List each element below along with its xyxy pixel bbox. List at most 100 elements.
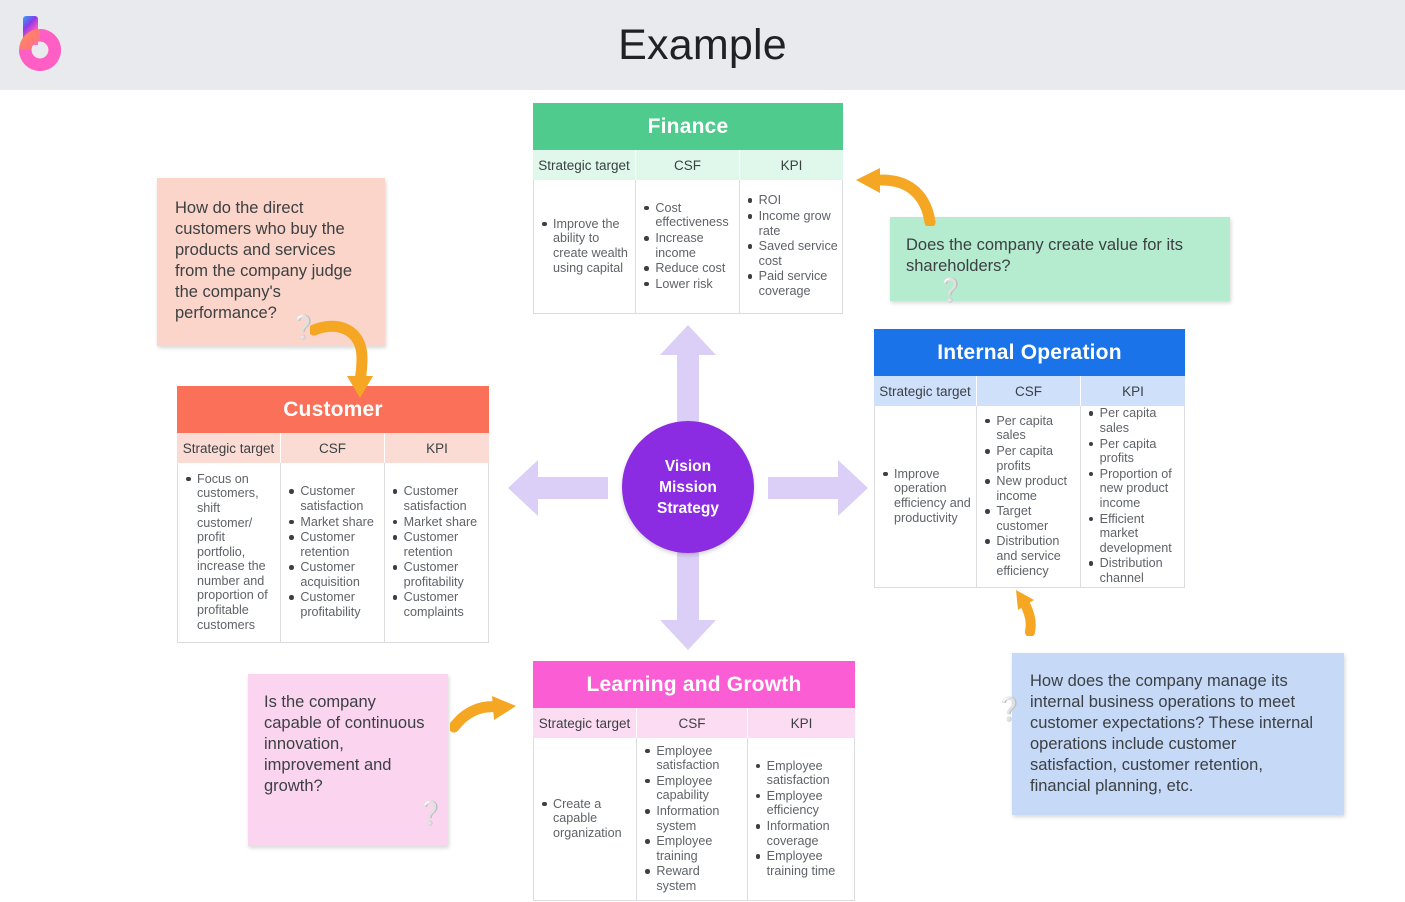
arrow-left-icon — [508, 459, 608, 517]
vision-mission-strategy-circle[interactable]: Vision Mission Strategy — [622, 421, 754, 553]
bullet-item: Improve the ability to create wealth usi… — [536, 217, 631, 275]
bullet-list: Customer satisfaction Market share Custome… — [387, 484, 484, 620]
bullet-list: Cost effectiveness Increase income Reduce … — [638, 201, 734, 293]
bullet-item: Customer satisfaction — [283, 484, 379, 513]
bullet-item: Target customer — [979, 504, 1075, 533]
curved-arrow-up-left-icon — [1006, 588, 1042, 637]
bullet-item: New product income — [979, 474, 1075, 503]
bullet-item: Customer profitability — [387, 560, 484, 589]
bullet-item: Information system — [639, 804, 742, 833]
note-internal-operation-text: How does the company manage its internal… — [1030, 672, 1314, 795]
bullet-item: Customer retention — [283, 530, 379, 559]
bullet-item: Focus on customers, shift customer/ prof… — [180, 472, 276, 633]
card-internal-operation-col-strategic-target: Strategic target — [874, 376, 977, 406]
bullet-item: Employee satisfaction — [639, 744, 742, 773]
bullet-item: Employee capability — [639, 774, 742, 803]
card-learning-growth-cell-kpi: Employee satisfaction Employee efficiency… — [748, 738, 854, 900]
circle-line-3: Strategy — [656, 499, 720, 517]
bullet-item: Distribution and service efficiency — [979, 534, 1075, 578]
card-learning-growth[interactable]: Learning and Growth Strategic target CSF… — [533, 661, 855, 901]
card-customer-col-kpi: KPI — [426, 440, 448, 456]
bullet-item: Proportion of new product income — [1083, 467, 1180, 511]
card-learning-growth-cell-strategic-target: Create a capable organization — [534, 738, 638, 900]
card-internal-operation-title: Internal Operation — [874, 329, 1185, 376]
card-finance-title: Finance — [533, 103, 843, 150]
card-customer-cell-kpi: Customer satisfaction Market share Custome… — [385, 463, 488, 642]
bullet-item: Saved service cost — [742, 239, 838, 268]
card-finance-cell-strategic-target: Improve the ability to create wealth usi… — [534, 180, 637, 313]
curved-arrow-down-icon — [308, 316, 382, 398]
curved-arrow-right-icon — [448, 695, 518, 737]
bullet-item: Customer acquisition — [283, 560, 379, 589]
note-finance-text: Does the company create value for its sh… — [906, 236, 1183, 275]
question-mark-emoji: ❔ — [416, 800, 445, 826]
bullet-item: Information coverage — [750, 819, 850, 848]
card-customer-col-strategic-target: Strategic target — [177, 433, 281, 463]
card-internal-operation-col-csf: CSF — [977, 376, 1081, 406]
bullet-item: Create a capable organization — [536, 797, 632, 841]
bullet-item: Employee training — [639, 834, 742, 863]
card-finance[interactable]: Finance Strategic target CSF KPI Improve… — [533, 103, 843, 314]
bullet-item: Per capita sales — [979, 414, 1075, 443]
bullet-item: Customer satisfaction — [387, 484, 484, 513]
bullet-list: Improve operation efficiency and product… — [877, 467, 972, 526]
bullet-item: Per capita profits — [979, 444, 1075, 473]
bullet-list: Employee satisfaction Employee efficiency… — [750, 759, 850, 880]
bullet-list: Per capita sales Per capita profits Propor… — [1083, 406, 1180, 586]
bullet-item: Employee efficiency — [750, 789, 850, 818]
card-internal-operation-col-kpi: KPI — [1122, 383, 1144, 399]
bullet-item: Employee satisfaction — [750, 759, 850, 788]
circle-line-1: Vision — [664, 457, 712, 475]
bullet-item: Per capita sales — [1083, 406, 1180, 435]
bullet-item: Reduce cost — [638, 261, 734, 276]
card-internal-operation[interactable]: Internal Operation Strategic target CSF … — [874, 329, 1185, 588]
note-customer-text: How do the direct customers who buy the … — [175, 199, 353, 322]
card-learning-growth-col-kpi: KPI — [790, 715, 813, 731]
card-learning-growth-col-csf: CSF — [637, 708, 748, 738]
bullet-item: Market share — [387, 515, 484, 530]
bullet-item: Customer complaints — [387, 590, 484, 619]
bullet-item: Paid service coverage — [742, 269, 838, 298]
card-customer-cell-strategic-target: Focus on customers, shift customer/ prof… — [178, 463, 282, 642]
card-finance-cell-kpi: ROI Income grow rate Saved service cost Pai… — [740, 180, 842, 313]
circle-line-2: Mission — [659, 478, 717, 496]
note-learning-growth[interactable]: Is the company capable of continuous inn… — [248, 674, 448, 846]
card-finance-col-strategic-target: Strategic target — [533, 150, 636, 180]
note-internal-operation[interactable]: How does the company manage its internal… — [1012, 653, 1344, 815]
diagram-canvas: Example Vision Mission Strategy Finance … — [0, 0, 1405, 902]
bullet-item: Customer retention — [387, 530, 484, 559]
question-mark-emoji: ❔ — [936, 277, 965, 303]
page-header-bar: Example — [0, 0, 1405, 90]
bullet-list: Create a capable organization — [536, 797, 632, 842]
bullet-item: Efficient market development — [1083, 512, 1180, 556]
bullet-item: Customer profitability — [283, 590, 379, 619]
question-mark-emoji: ❔ — [995, 696, 1024, 722]
note-finance[interactable]: Does the company create value for its sh… — [890, 217, 1230, 303]
bullet-list: ROI Income grow rate Saved service cost Pai… — [742, 193, 838, 299]
card-customer[interactable]: Customer Strategic target CSF KPI Focus … — [177, 386, 489, 643]
arrow-up-icon — [659, 325, 717, 425]
bullet-item: Employee training time — [750, 849, 850, 878]
bullet-item: Increase income — [638, 231, 734, 260]
card-learning-growth-title: Learning and Growth — [533, 661, 855, 708]
bullet-list: Focus on customers, shift customer/ prof… — [180, 472, 276, 634]
bullet-list: Improve the ability to create wealth usi… — [536, 217, 631, 276]
card-internal-operation-cell-strategic-target: Improve operation efficiency and product… — [875, 406, 978, 587]
bullet-list: Customer satisfaction Market share Custome… — [283, 484, 379, 620]
bullet-item: Distribution channel — [1083, 556, 1180, 585]
bullet-item: Improve operation efficiency and product… — [877, 467, 972, 525]
card-internal-operation-cell-kpi: Per capita sales Per capita profits Propor… — [1081, 406, 1184, 587]
card-learning-growth-cell-csf: Employee satisfaction Employee capability… — [637, 738, 748, 900]
bullet-item: Market share — [283, 515, 379, 530]
arrow-down-icon — [659, 550, 717, 650]
arrow-right-icon — [768, 459, 868, 517]
bullet-item: Reward system — [639, 864, 742, 893]
card-finance-col-csf: CSF — [636, 150, 740, 180]
bullet-item: Cost effectiveness — [638, 201, 734, 230]
bullet-item: Lower risk — [638, 277, 734, 292]
card-internal-operation-cell-csf: Per capita sales Per capita profits New pr… — [977, 406, 1081, 587]
card-learning-growth-col-strategic-target: Strategic target — [533, 708, 637, 738]
bullet-list: Per capita sales Per capita profits New pr… — [979, 414, 1075, 580]
card-finance-col-kpi: KPI — [780, 157, 803, 173]
page-title: Example — [618, 20, 787, 69]
